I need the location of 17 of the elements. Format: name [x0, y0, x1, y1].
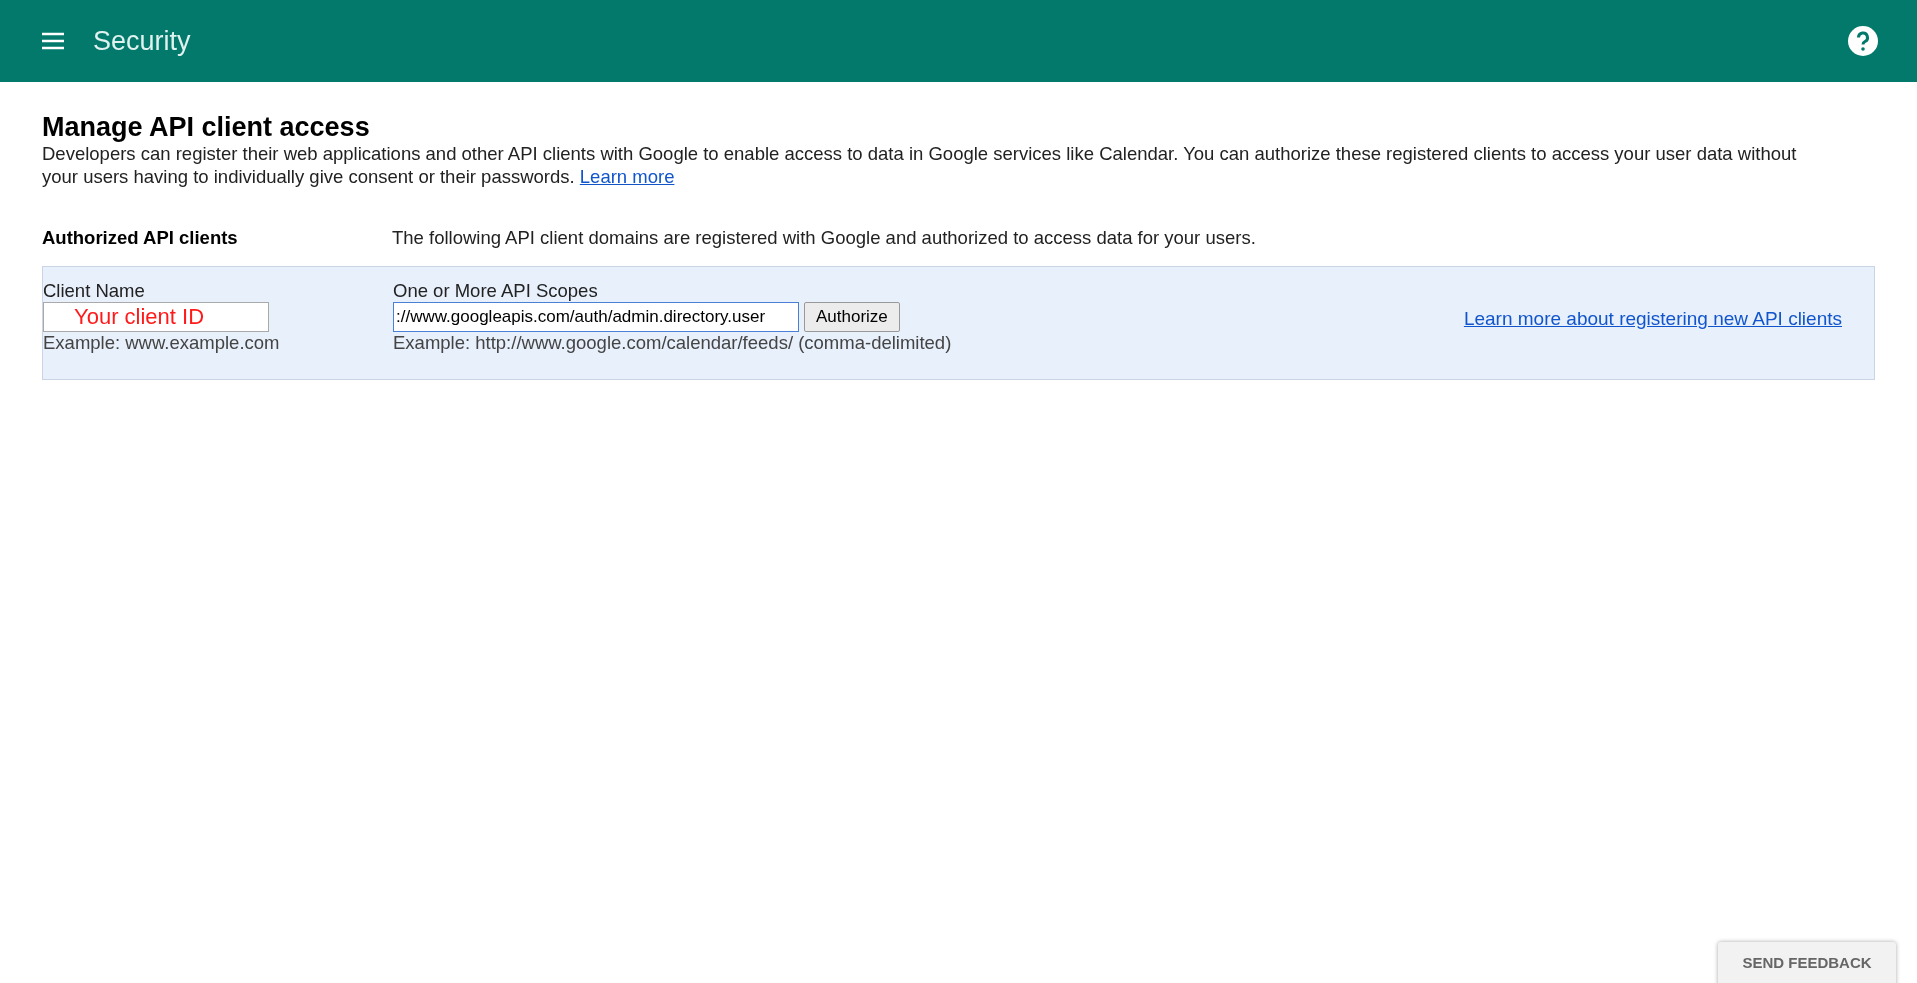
register-clients-link[interactable]: Learn more about registering new API clients — [1463, 308, 1842, 330]
page-heading: Manage API client access — [42, 112, 371, 142]
field-example: Example: http://www.google.com/calendar/feeds/ (comma-delimited) — [393, 332, 952, 354]
client-name-field[interactable]: Your client ID — [43, 302, 269, 332]
section-description: The following API client domains are registered with Google and authorized to access data for your users. — [392, 226, 1256, 249]
authorize-button[interactable]: Authorize — [804, 302, 900, 332]
field-label: One or More API Scopes — [393, 280, 598, 302]
send-feedback-button[interactable]: SEND FEEDBACK — [1718, 942, 1896, 983]
app-title: Security — [93, 24, 191, 58]
menu-icon[interactable] — [40, 31, 66, 51]
section-label: Authorized API clients — [42, 226, 239, 249]
field-example: Example: www.example.com — [43, 332, 280, 354]
field-label: Client Name — [43, 280, 145, 302]
learn-more-link[interactable]: Learn more — [579, 166, 675, 187]
api-scopes-field[interactable]: ://www.googleapis.com/auth/admin.directory.user — [393, 302, 799, 332]
help-icon[interactable] — [1847, 25, 1879, 57]
page-description: Developers can register their web applications and other API clients with Google to enable access to data in Google services like Calendar. You can authorize these registered clients to access your user data without your users having to individually give consent or their passwords. Learn more — [42, 142, 1798, 188]
